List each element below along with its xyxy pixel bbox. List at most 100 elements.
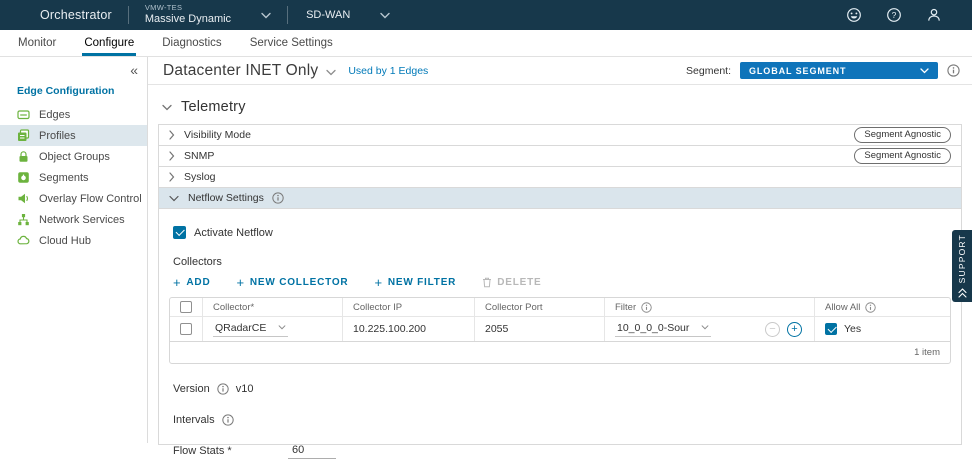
segment-select-button[interactable]: GLOBAL SEGMENT [740, 62, 938, 79]
remove-row-button[interactable]: − [765, 321, 780, 337]
column-header-filter: Filter [604, 298, 814, 316]
flow-stats-label: Flow Stats * [173, 444, 232, 457]
nav-tab-bar: Monitor Configure Diagnostics Service Se… [0, 30, 972, 57]
product-title: Orchestrator [40, 8, 112, 22]
sidebar-title: Edge Configuration [17, 85, 115, 97]
sidebar-item-object-groups[interactable]: Object Groups [0, 146, 147, 167]
activate-netflow-checkbox[interactable] [173, 226, 186, 239]
used-by-edges-link[interactable]: Used by 1 Edges [348, 65, 428, 77]
segment-label: Segment: [686, 64, 731, 77]
segment-agnostic-badge: Segment Agnostic [854, 127, 951, 143]
sidebar-item-segments[interactable]: Segments [0, 167, 147, 188]
topbar-actions: ? [846, 7, 942, 23]
sidebar-item-label: Profiles [39, 129, 76, 142]
table-header-row: Collector* Collector IP Collector Port F… [170, 298, 950, 316]
sidebar-item-label: Edges [39, 108, 71, 121]
cloud-hub-icon [17, 234, 30, 247]
sidebar-item-label: Overlay Flow Control [39, 192, 142, 205]
help-icon[interactable]: ? [886, 7, 902, 23]
collectors-table: Collector* Collector IP Collector Port F… [169, 297, 951, 364]
plus-icon: + [374, 274, 383, 290]
organization-chevron-down-icon[interactable] [261, 12, 271, 19]
row-select-checkbox[interactable] [180, 323, 192, 335]
telemetry-title: Telemetry [181, 99, 246, 115]
tab-service-settings[interactable]: Service Settings [250, 30, 333, 56]
telemetry-chevron-down-icon [162, 104, 172, 110]
feedback-smiley-icon[interactable] [846, 7, 862, 23]
collector-select[interactable]: QRadarCE [213, 322, 289, 337]
sidebar-item-cloud-hub[interactable]: Cloud Hub [0, 230, 147, 251]
chevron-down-icon [701, 325, 709, 330]
new-filter-button[interactable]: + NEW FILTER [374, 274, 456, 290]
main-area: Datacenter INET Only Used by 1 Edges Seg… [148, 57, 972, 459]
profile-chevron-down-icon[interactable] [326, 69, 336, 76]
allow-all-value: Yes [844, 323, 862, 335]
flow-stats-input[interactable] [288, 442, 336, 459]
chevron-right-icon [169, 130, 175, 140]
edges-icon [17, 108, 30, 121]
segment-info-icon[interactable] [947, 64, 960, 77]
accordion-snmp[interactable]: SNMP Segment Agnostic [158, 145, 962, 167]
profile-name: Datacenter INET Only [163, 61, 319, 79]
plus-icon: + [236, 274, 245, 290]
chevron-right-icon [169, 172, 175, 182]
segment-agnostic-badge: Segment Agnostic [854, 148, 951, 164]
table-row: QRadarCE 10.225.100.200 2055 10_0_0_0-So… [170, 316, 950, 341]
version-value: v10 [235, 383, 254, 395]
netflow-info-icon[interactable] [272, 192, 284, 204]
support-tab[interactable]: SUPPORT [952, 230, 972, 302]
plus-icon: + [173, 274, 182, 290]
select-all-checkbox[interactable] [180, 301, 192, 313]
sidebar-item-profiles[interactable]: Profiles [0, 125, 147, 146]
sidebar-item-overlay-flow-control[interactable]: Overlay Flow Control [0, 188, 147, 209]
tab-monitor[interactable]: Monitor [18, 30, 56, 56]
column-header-allow-all: Allow All [814, 298, 950, 316]
segment-select-value: GLOBAL SEGMENT [749, 65, 847, 76]
table-footer: 1 item [170, 341, 950, 363]
chevron-right-icon [169, 151, 175, 161]
service-chevron-down-icon[interactable] [380, 12, 390, 19]
chevron-down-icon [278, 325, 286, 330]
new-collector-button[interactable]: + NEW COLLECTOR [236, 274, 348, 290]
topbar-divider [287, 6, 289, 24]
filter-select[interactable]: 10_0_0_0-Sour [615, 322, 712, 337]
accordion-netflow-settings[interactable]: Netflow Settings [158, 187, 962, 209]
sidebar-item-edges[interactable]: Edges [0, 104, 147, 125]
allow-all-info-icon[interactable] [865, 301, 877, 313]
version-info-icon[interactable] [217, 383, 229, 395]
netflow-settings-panel: Activate Netflow Collectors + ADD + NEW … [158, 209, 962, 459]
add-button[interactable]: + ADD [173, 274, 210, 290]
object-groups-icon [17, 150, 30, 163]
intervals-info-icon[interactable] [221, 414, 234, 426]
accordion-label: SNMP [184, 150, 215, 162]
tab-configure[interactable]: Configure [82, 30, 137, 56]
intervals-label: Intervals [173, 414, 215, 426]
segments-icon [17, 171, 30, 184]
accordion-visibility-mode[interactable]: Visibility Mode Segment Agnostic [158, 124, 962, 146]
add-row-button[interactable]: + [787, 321, 802, 337]
filter-info-icon[interactable] [641, 301, 652, 313]
service-switcher[interactable]: SD-WAN [306, 9, 350, 21]
profiles-icon [17, 129, 30, 142]
version-label: Version [173, 383, 210, 395]
sidebar-collapse-icon[interactable]: « [130, 63, 138, 77]
tab-diagnostics[interactable]: Diagnostics [162, 30, 221, 56]
svg-text:?: ? [892, 10, 897, 20]
accordion-syslog[interactable]: Syslog [158, 166, 962, 188]
column-header-collector-port: Collector Port [474, 298, 604, 316]
telemetry-section-header[interactable]: Telemetry [162, 99, 962, 115]
column-header-collector: Collector* [202, 298, 342, 316]
activate-netflow-label: Activate Netflow [194, 226, 273, 239]
organization-switcher[interactable]: VMW-TES Massive Dynamic [145, 4, 231, 25]
trash-icon [483, 277, 492, 288]
organization-type-label: VMW-TES [144, 3, 183, 13]
user-icon[interactable] [926, 7, 942, 23]
accordion-label: Netflow Settings [188, 192, 264, 204]
allow-all-checkbox[interactable] [825, 323, 837, 335]
sidebar-item-network-services[interactable]: Network Services [0, 209, 147, 230]
accordion-label: Syslog [184, 171, 216, 183]
collectors-label: Collectors [173, 256, 222, 268]
delete-button[interactable]: DELETE [482, 277, 541, 288]
column-header-collector-ip: Collector IP [342, 298, 474, 316]
sidebar-item-label: Object Groups [39, 150, 110, 163]
